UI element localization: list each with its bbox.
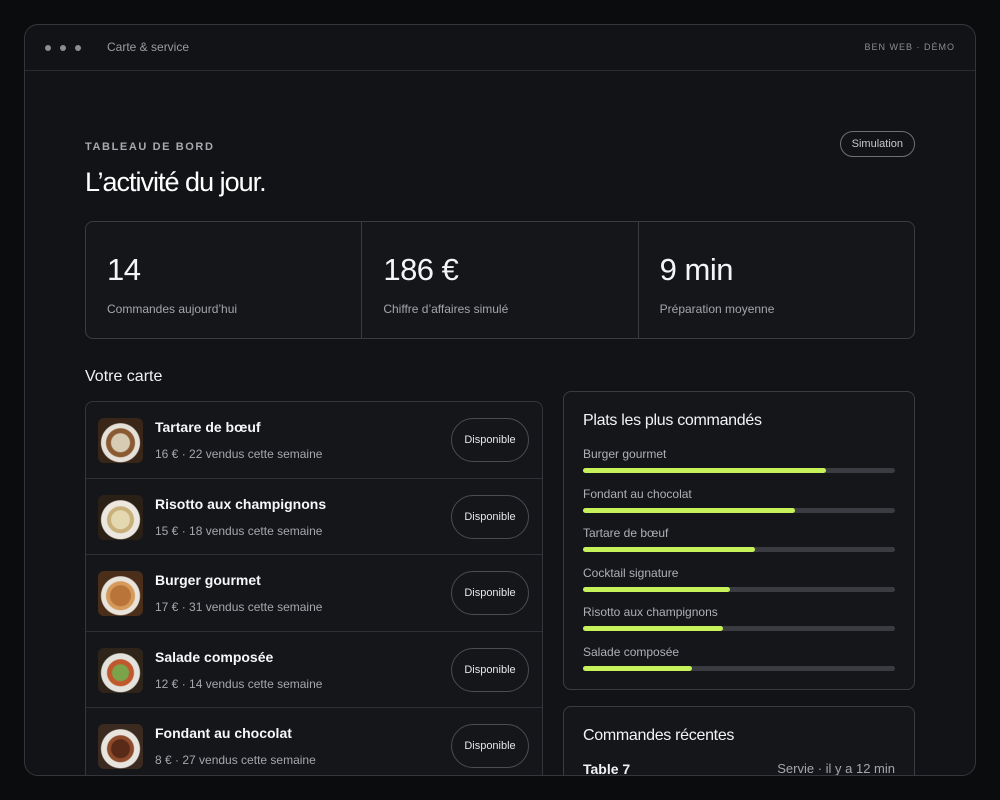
bar-fill [583,547,755,552]
dashboard-content: TABLEAU DE BORD Simulation L’activité du… [85,71,915,776]
stats-card: 14 Commandes aujourd’hui 186 € Chiffre d… [85,221,915,339]
title-bar: Carte & service BEN WEB · DÉMO [25,25,975,71]
panel-title: Plats les plus commandés [583,412,762,429]
window-dot-icon[interactable] [75,45,81,51]
dish-meta: 12 € · 14 vendus cette semaine [155,676,323,691]
dish-name: Fondant au chocolat [155,725,292,741]
bar-label: Burger gourmet [583,447,667,461]
dish-name: Tartare de bœuf [155,419,261,435]
bar-track [583,666,895,671]
menu-list: Tartare de bœuf 16 € · 22 vendus cette s… [85,401,543,775]
bar-fill [583,587,730,592]
stat-label: Chiffre d’affaires simulé [383,302,509,316]
stat-value: 9 min [659,252,734,287]
dish-bar-row: Fondant au chocolat [583,487,895,517]
bar-track [583,547,895,552]
stat-value: 14 [107,252,141,287]
stat-revenue: 186 € Chiffre d’affaires simulé [362,222,639,338]
dish-photo [98,418,143,463]
list-item: Tartare de bœuf 16 € · 22 vendus cette s… [86,402,542,479]
brand-label: BEN WEB · DÉMO [864,42,955,52]
bar-label: Fondant au chocolat [583,487,692,501]
list-item: Fondant au chocolat 8 € · 27 vendus cett… [86,708,542,775]
window-controls [45,45,81,51]
dish-bar-row: Burger gourmet [583,447,895,477]
availability-button[interactable]: Disponible [451,647,529,692]
app-window: Carte & service BEN WEB · DÉMO TABLEAU D… [24,24,976,776]
dish-bar-row: Salade composée [583,645,895,675]
dish-bar-row: Cocktail signature [583,566,895,596]
order-table: Table 7 [583,761,631,776]
window-title: Carte & service [107,40,190,54]
order-row[interactable]: Table 7 Servie · il y a 12 min [583,761,895,776]
list-item: Salade composée 12 € · 14 vendus cette s… [86,632,542,708]
top-dishes-panel: Plats les plus commandés Burger gourmet … [563,391,915,690]
bar-fill [583,666,693,671]
bar-fill [583,468,827,473]
section-eyebrow: TABLEAU DE BORD [85,141,215,153]
stat-orders: 14 Commandes aujourd’hui [86,222,363,338]
panel-title: Commandes récentes [583,727,735,744]
bar-fill [583,508,796,513]
dish-bar-row: Tartare de bœuf [583,526,895,556]
dish-photo [98,647,143,693]
availability-button[interactable]: Disponible [451,494,529,539]
bar-label: Tartare de bœuf [583,526,669,540]
simulation-badge: Simulation [839,131,915,157]
dish-name: Salade composée [155,648,274,665]
bar-track [583,468,895,473]
window-dot-icon[interactable] [45,45,51,51]
availability-button[interactable]: Disponible [451,571,529,615]
availability-button[interactable]: Disponible [451,724,529,768]
menu-section-title: Votre carte [85,368,163,385]
bar-track [583,626,895,631]
stat-value: 186 € [383,252,459,287]
dish-meta: 17 € · 31 vendus cette semaine [155,600,323,614]
dish-bar-row: Risotto aux champignons [583,605,895,635]
bar-fill [583,626,724,631]
bar-label: Risotto aux champignons [583,605,718,619]
dish-meta: 16 € · 22 vendus cette semaine [155,447,323,461]
window-dot-icon[interactable] [60,45,66,51]
recent-orders-panel: Commandes récentes Table 7 Servie · il y… [563,706,915,776]
stat-label: Commandes aujourd’hui [107,302,238,316]
bar-label: Salade composée [583,645,680,659]
stat-label: Préparation moyenne [659,302,775,316]
bar-track [583,587,895,592]
order-status: Servie · il y a 12 min [777,761,895,776]
dish-photo [98,724,143,769]
availability-button[interactable]: Disponible [451,418,529,462]
list-item: Risotto aux champignons 15 € · 18 vendus… [86,479,542,555]
dish-name: Burger gourmet [155,572,261,588]
dish-photo [98,494,143,540]
list-item: Burger gourmet 17 € · 31 vendus cette se… [86,555,542,632]
page-title: L’activité du jour. [85,167,267,197]
dish-meta: 15 € · 18 vendus cette semaine [155,523,323,538]
dish-meta: 8 € · 27 vendus cette semaine [155,753,316,767]
dish-name: Risotto aux champignons [155,495,327,512]
bar-label: Cocktail signature [583,566,679,580]
bar-track [583,508,895,513]
dish-photo [98,571,143,616]
stat-prep-time: 9 min Préparation moyenne [639,222,914,338]
